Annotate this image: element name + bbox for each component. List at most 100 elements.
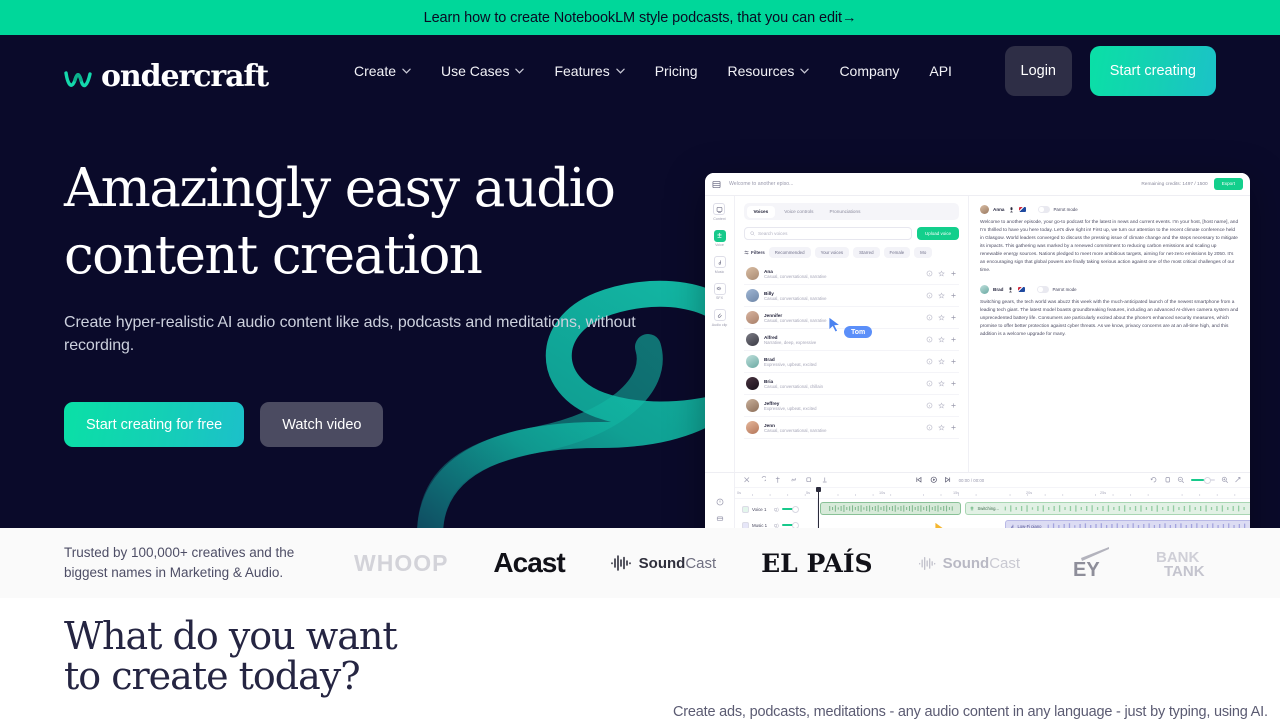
add-icon[interactable] [950, 336, 957, 343]
logo[interactable]: ondercraft [64, 51, 269, 92]
add-icon[interactable] [950, 270, 957, 277]
rail-item-voice[interactable]: Voice [713, 229, 726, 247]
loop-icon[interactable] [1150, 476, 1158, 484]
star-icon[interactable] [938, 336, 945, 343]
mute-icon[interactable]: Q) [774, 507, 779, 512]
add-icon[interactable] [950, 314, 957, 321]
filter-chip-your-voices[interactable]: Your voices [814, 247, 850, 258]
info-icon[interactable] [926, 270, 933, 277]
info-icon[interactable] [926, 314, 933, 321]
playhead[interactable] [816, 487, 821, 528]
list-item[interactable]: Brad Expressive, upbeat, excited [744, 351, 959, 373]
watch-video-button[interactable]: Watch video [260, 402, 384, 447]
mute-icon[interactable]: Q) [774, 523, 779, 528]
filter-chip-starred[interactable]: Starred [853, 247, 880, 258]
add-icon[interactable] [950, 380, 957, 387]
client-logo-elpais-text: EL PAÍS [761, 548, 873, 578]
star-icon[interactable] [938, 292, 945, 299]
list-item[interactable]: Billy Casual, conversational, narrative [744, 285, 959, 307]
track-header[interactable]: Voice 1 Q) [735, 501, 817, 517]
filter-chip-female[interactable]: Female [883, 247, 911, 258]
tab-voice-controls[interactable]: Voice controls [777, 206, 820, 218]
snap-icon[interactable] [1164, 476, 1172, 484]
expand-icon[interactable] [1234, 476, 1242, 484]
add-icon[interactable] [950, 402, 957, 409]
info-icon[interactable] [926, 292, 933, 299]
layers-icon[interactable] [716, 515, 724, 523]
list-item[interactable]: Jenn Casual, conversational, narrative [744, 417, 959, 439]
star-icon[interactable] [938, 358, 945, 365]
volume-slider[interactable] [781, 521, 799, 528]
tab-pronunciations[interactable]: Pronunciations [822, 206, 867, 218]
start-creating-button[interactable]: Start creating [1089, 46, 1216, 96]
tab-voices[interactable]: Voices [746, 205, 776, 218]
star-icon[interactable] [938, 424, 945, 431]
rail-item-audio-clip[interactable]: Audio clip [712, 309, 727, 327]
list-item[interactable]: Bria Casual, conversational, chillain [744, 373, 959, 395]
star-icon[interactable] [938, 402, 945, 409]
cut-icon[interactable] [743, 476, 751, 484]
nav-item-create[interactable]: Create [354, 63, 411, 79]
client-logo-acast-text: Acast [493, 547, 565, 578]
align-icon[interactable] [821, 476, 829, 484]
list-item[interactable]: Jeffrey Expressive, upbeat, excited [744, 395, 959, 417]
document-title[interactable]: Welcome to another episo... [729, 181, 794, 187]
skip-forward-icon[interactable] [944, 476, 952, 484]
parrot-mode-toggle[interactable]: Parrot mode [1037, 286, 1077, 293]
filter-chip-recommended[interactable]: Recommended [768, 247, 811, 258]
star-icon[interactable] [938, 270, 945, 277]
zoom-slider[interactable] [1190, 477, 1215, 484]
parrot-mode-toggle[interactable]: Parrot mode [1038, 206, 1078, 213]
add-icon[interactable] [950, 358, 957, 365]
list-item[interactable]: Ana Casual, conversational, narrative [744, 263, 959, 285]
rail-item-music[interactable]: Music [713, 256, 726, 274]
announcement-banner[interactable]: Learn how to create NotebookLM style pod… [0, 0, 1280, 35]
speaker-name[interactable]: Anna [993, 207, 1004, 212]
add-icon[interactable] [950, 424, 957, 431]
volume-slider[interactable] [781, 505, 799, 513]
zoom-in-icon[interactable] [1221, 476, 1229, 484]
zoom-out-icon[interactable] [1177, 476, 1185, 484]
nav-item-api[interactable]: API [929, 63, 952, 79]
speaker-name[interactable]: Brad [993, 287, 1003, 292]
track-header[interactable]: Music 1 Q) [735, 517, 817, 528]
client-logo-elpais: EL PAÍS [761, 549, 872, 578]
timeline-clip[interactable] [820, 502, 961, 515]
filter-chip-more[interactable]: Mo [914, 247, 933, 258]
play-icon[interactable] [930, 476, 938, 484]
timeline-clip[interactable]: Low-Fi piano [1005, 520, 1250, 528]
nav-item-pricing[interactable]: Pricing [655, 63, 698, 79]
link-icon[interactable] [790, 476, 798, 484]
star-icon[interactable] [938, 314, 945, 321]
timeline-lanes[interactable]: Switching... Low-Fi piano [816, 487, 1250, 528]
upload-voice-button[interactable]: Upload voice [916, 227, 959, 240]
timeline-ruler[interactable]: 0s 5s 10s 15s 20s 25s [735, 488, 1250, 499]
search-voices-input[interactable]: Search voices [744, 227, 912, 240]
add-icon[interactable] [950, 292, 957, 299]
nav-item-company[interactable]: Company [839, 63, 899, 79]
nav-item-features[interactable]: Features [554, 63, 625, 79]
skip-back-icon[interactable] [915, 476, 923, 484]
script-paragraph[interactable]: Switching gears, the tech world was abuz… [980, 299, 1239, 339]
nav-item-resources[interactable]: Resources [728, 63, 810, 79]
filters-label[interactable]: Filters [744, 250, 765, 255]
split-icon[interactable] [774, 476, 782, 484]
star-icon[interactable] [938, 380, 945, 387]
info-icon[interactable] [926, 380, 933, 387]
menu-icon[interactable] [712, 180, 721, 189]
start-creating-free-button[interactable]: Start creating for free [64, 402, 245, 447]
timeline-clip[interactable]: Switching... [965, 502, 1250, 515]
info-icon[interactable] [926, 336, 933, 343]
nav-item-use-cases[interactable]: Use Cases [441, 63, 525, 79]
rail-item-sfx[interactable]: SFX [713, 282, 726, 300]
script-paragraph[interactable]: Welcome to another episode, your go-to p… [980, 219, 1239, 275]
info-icon[interactable] [926, 402, 933, 409]
info-icon[interactable] [926, 358, 933, 365]
info-icon[interactable] [926, 424, 933, 431]
rail-item-context[interactable]: Context [713, 203, 726, 221]
undo-icon[interactable] [759, 476, 767, 484]
export-button[interactable]: Export [1213, 178, 1243, 190]
help-icon[interactable] [716, 498, 724, 506]
login-button[interactable]: Login [1004, 46, 1072, 96]
delete-icon[interactable] [805, 476, 813, 484]
